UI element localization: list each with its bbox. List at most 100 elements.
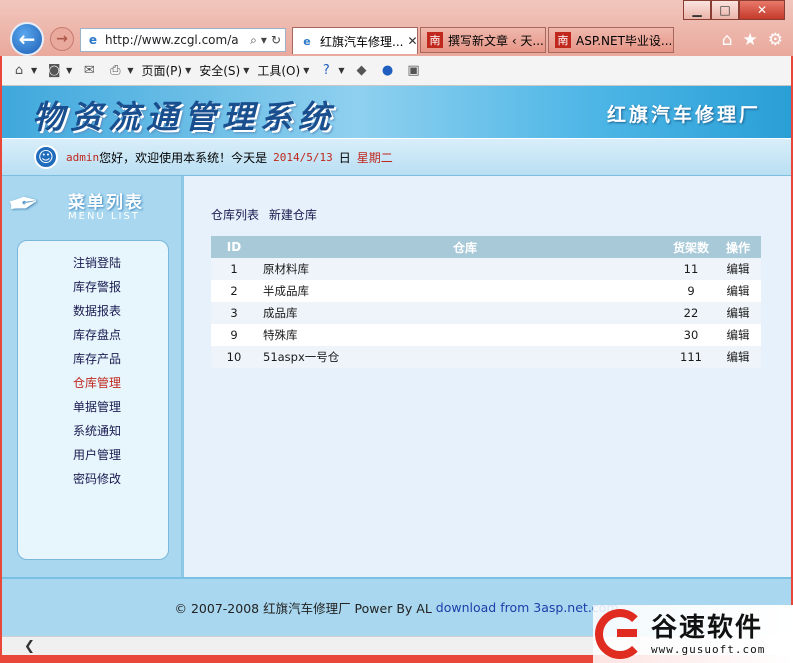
welcome-bar: ☺ admin 您好，欢迎使用本系统！今天是 2014/5/13 日 星期二 bbox=[2, 138, 791, 176]
cell-name: 半成品库 bbox=[257, 280, 667, 302]
extension-button-1[interactable]: ◆ bbox=[353, 63, 371, 79]
weekday: 星期二 bbox=[356, 150, 393, 165]
minimize-button[interactable]: ▁ bbox=[683, 0, 711, 20]
window-controls: ▁ □ ✕ bbox=[683, 0, 785, 20]
site-tab-icon: 南 bbox=[555, 32, 571, 48]
menu-item-password[interactable]: 密码修改 bbox=[73, 469, 168, 493]
header-id: ID bbox=[211, 236, 257, 258]
cell-id: 10 bbox=[211, 346, 257, 368]
search-icon[interactable]: ⌕ bbox=[250, 33, 257, 48]
safety-menu-label: 安全(S) bbox=[199, 64, 241, 78]
mail-button[interactable]: ✉ bbox=[80, 63, 98, 79]
translate-icon: ▣ bbox=[407, 63, 420, 78]
tab-label: 撰写新文章 ‹ 天... bbox=[448, 33, 544, 48]
menu-item-users[interactable]: 用户管理 bbox=[73, 445, 168, 469]
menu-item-stocktake[interactable]: 库存盘点 bbox=[73, 325, 168, 349]
table-header-row: ID 仓库 货架数 操作 bbox=[211, 236, 761, 258]
menu-item-notices[interactable]: 系统通知 bbox=[73, 421, 168, 445]
command-bar: ⌂ ▼ ◙ ▼ ✉ ⎙ ▼ 页面(P) ▼ 安全(S) ▼ 工具(O) ▼ ? ▼ ◆ ● ▣ bbox=[2, 56, 791, 86]
menu-item-logout[interactable]: 注销登陆 bbox=[73, 253, 168, 277]
back-arrow-icon: ← bbox=[18, 27, 36, 51]
greeting-text: 您好，欢迎使用本系统！今天是 bbox=[99, 150, 268, 165]
ie-tab-icon: e bbox=[303, 34, 311, 48]
help-button[interactable]: ? ▼ bbox=[317, 63, 345, 79]
dropdown-icon[interactable]: ▾ bbox=[261, 33, 267, 48]
ie-page-icon: e bbox=[88, 33, 98, 47]
forward-button[interactable]: → bbox=[50, 27, 74, 51]
menu-item-warehouse[interactable]: 仓库管理 bbox=[73, 373, 168, 397]
tab-label: ASP.NET毕业设... bbox=[576, 33, 673, 48]
copyright-text: © 2007-2008 红旗汽车修理厂 Power By AL bbox=[174, 601, 432, 616]
menu-header: ✒ 菜单列表 MENU LIST bbox=[2, 176, 184, 236]
printer-icon: ⎙ bbox=[110, 63, 121, 78]
home-button[interactable]: ⌂ ▼ bbox=[10, 63, 37, 79]
mail-icon: ✉ bbox=[83, 63, 95, 78]
download-link[interactable]: download from 3asp.net.com bbox=[436, 600, 619, 615]
tab-label: 红旗汽车修理... bbox=[320, 34, 404, 49]
browser-right-buttons: ⌂ ★ ⚙ bbox=[722, 30, 783, 50]
menu-item-stock-alert[interactable]: 库存警报 bbox=[73, 277, 168, 301]
edit-link[interactable]: 编辑 bbox=[715, 280, 761, 302]
cell-shelves: 22 bbox=[667, 302, 715, 324]
table-row: 1 原材料库 11 编辑 bbox=[211, 258, 761, 280]
address-bar[interactable]: e http://www.zcgl.com/a ⌕ ▾ ↻ bbox=[80, 28, 286, 52]
page-menu[interactable]: 页面(P) ▼ bbox=[141, 62, 191, 79]
site-banner: 物资流通管理系统 红旗汽车修理厂 bbox=[2, 86, 791, 138]
back-button[interactable]: ← bbox=[10, 22, 44, 56]
safety-menu[interactable]: 安全(S) ▼ bbox=[199, 62, 249, 79]
warehouse-list-link[interactable]: 仓库列表 bbox=[211, 208, 259, 222]
cell-id: 3 bbox=[211, 302, 257, 324]
edit-link[interactable]: 编辑 bbox=[715, 258, 761, 280]
cell-id: 2 bbox=[211, 280, 257, 302]
watermark-brand: 谷速软件 bbox=[651, 612, 764, 643]
edit-link[interactable]: 编辑 bbox=[715, 346, 761, 368]
edit-link[interactable]: 编辑 bbox=[715, 302, 761, 324]
table-row: 3 成品库 22 编辑 bbox=[211, 302, 761, 324]
extension-button-3[interactable]: ▣ bbox=[405, 63, 423, 79]
maximize-button[interactable]: □ bbox=[711, 0, 739, 20]
company-name: 红旗汽车修理厂 bbox=[606, 104, 761, 126]
tools-menu-label: 工具(O) bbox=[257, 64, 301, 78]
cell-name: 原材料库 bbox=[257, 258, 667, 280]
new-warehouse-link[interactable]: 新建仓库 bbox=[269, 208, 317, 222]
tab-3[interactable]: 南 ASP.NET毕业设... bbox=[548, 27, 674, 53]
print-button[interactable]: ⎙ ▼ bbox=[106, 63, 133, 79]
close-window-button[interactable]: ✕ bbox=[739, 0, 785, 20]
cell-name: 特殊库 bbox=[257, 324, 667, 346]
favorites-star-icon[interactable]: ★ bbox=[743, 30, 758, 50]
browser-window: ▁ □ ✕ ← → e http://www.zcgl.com/a ⌕ ▾ ↻ … bbox=[0, 0, 793, 663]
table-row: 10 51aspx一号仓 111 编辑 bbox=[211, 346, 761, 368]
address-text: http://www.zcgl.com/a bbox=[105, 33, 239, 47]
header-warehouse: 仓库 bbox=[257, 236, 667, 258]
research-icon: ◆ bbox=[356, 63, 367, 78]
tab-close-icon[interactable]: ✕ bbox=[403, 34, 417, 48]
menu-subtitle: MENU LIST bbox=[68, 211, 140, 222]
settings-gear-icon[interactable]: ⚙ bbox=[768, 30, 783, 50]
scroll-left-arrow-icon[interactable]: ❮ bbox=[24, 639, 35, 654]
watermark-text: 谷速软件 www.gusuoft.com bbox=[651, 613, 765, 656]
watermark-url: www.gusuoft.com bbox=[651, 642, 766, 656]
pen-nib-icon: ✒ bbox=[4, 179, 44, 229]
menu-item-reports[interactable]: 数据报表 bbox=[73, 301, 168, 325]
feeds-button[interactable]: ◙ ▼ bbox=[45, 63, 72, 79]
table-row: 9 特殊库 30 编辑 bbox=[211, 324, 761, 346]
refresh-icon[interactable]: ↻ bbox=[271, 33, 281, 48]
cell-shelves: 9 bbox=[667, 280, 715, 302]
address-tools: ⌕ ▾ ↻ bbox=[250, 33, 285, 48]
page-menu-label: 页面(P) bbox=[141, 64, 183, 78]
site-tab-icon: 南 bbox=[427, 32, 443, 48]
tools-menu[interactable]: 工具(O) ▼ bbox=[257, 62, 309, 79]
menu-item-documents[interactable]: 单据管理 bbox=[73, 397, 168, 421]
tab-active[interactable]: e 红旗汽车修理... ✕ bbox=[292, 27, 418, 54]
sidebar: ✒ 菜单列表 MENU LIST 注销登陆 库存警报 数据报表 库存盘点 库存产… bbox=[2, 176, 184, 577]
messenger-icon: ● bbox=[381, 63, 394, 78]
table-row: 2 半成品库 9 编辑 bbox=[211, 280, 761, 302]
home-icon[interactable]: ⌂ bbox=[722, 30, 733, 50]
edit-link[interactable]: 编辑 bbox=[715, 324, 761, 346]
extension-button-2[interactable]: ● bbox=[379, 63, 397, 79]
system-title: 物资流通管理系统 bbox=[32, 98, 337, 136]
cell-name: 51aspx一号仓 bbox=[257, 346, 667, 368]
forward-arrow-icon: → bbox=[56, 31, 68, 47]
menu-item-products[interactable]: 库存产品 bbox=[73, 349, 168, 373]
tab-2[interactable]: 南 撰写新文章 ‹ 天... bbox=[420, 27, 546, 53]
